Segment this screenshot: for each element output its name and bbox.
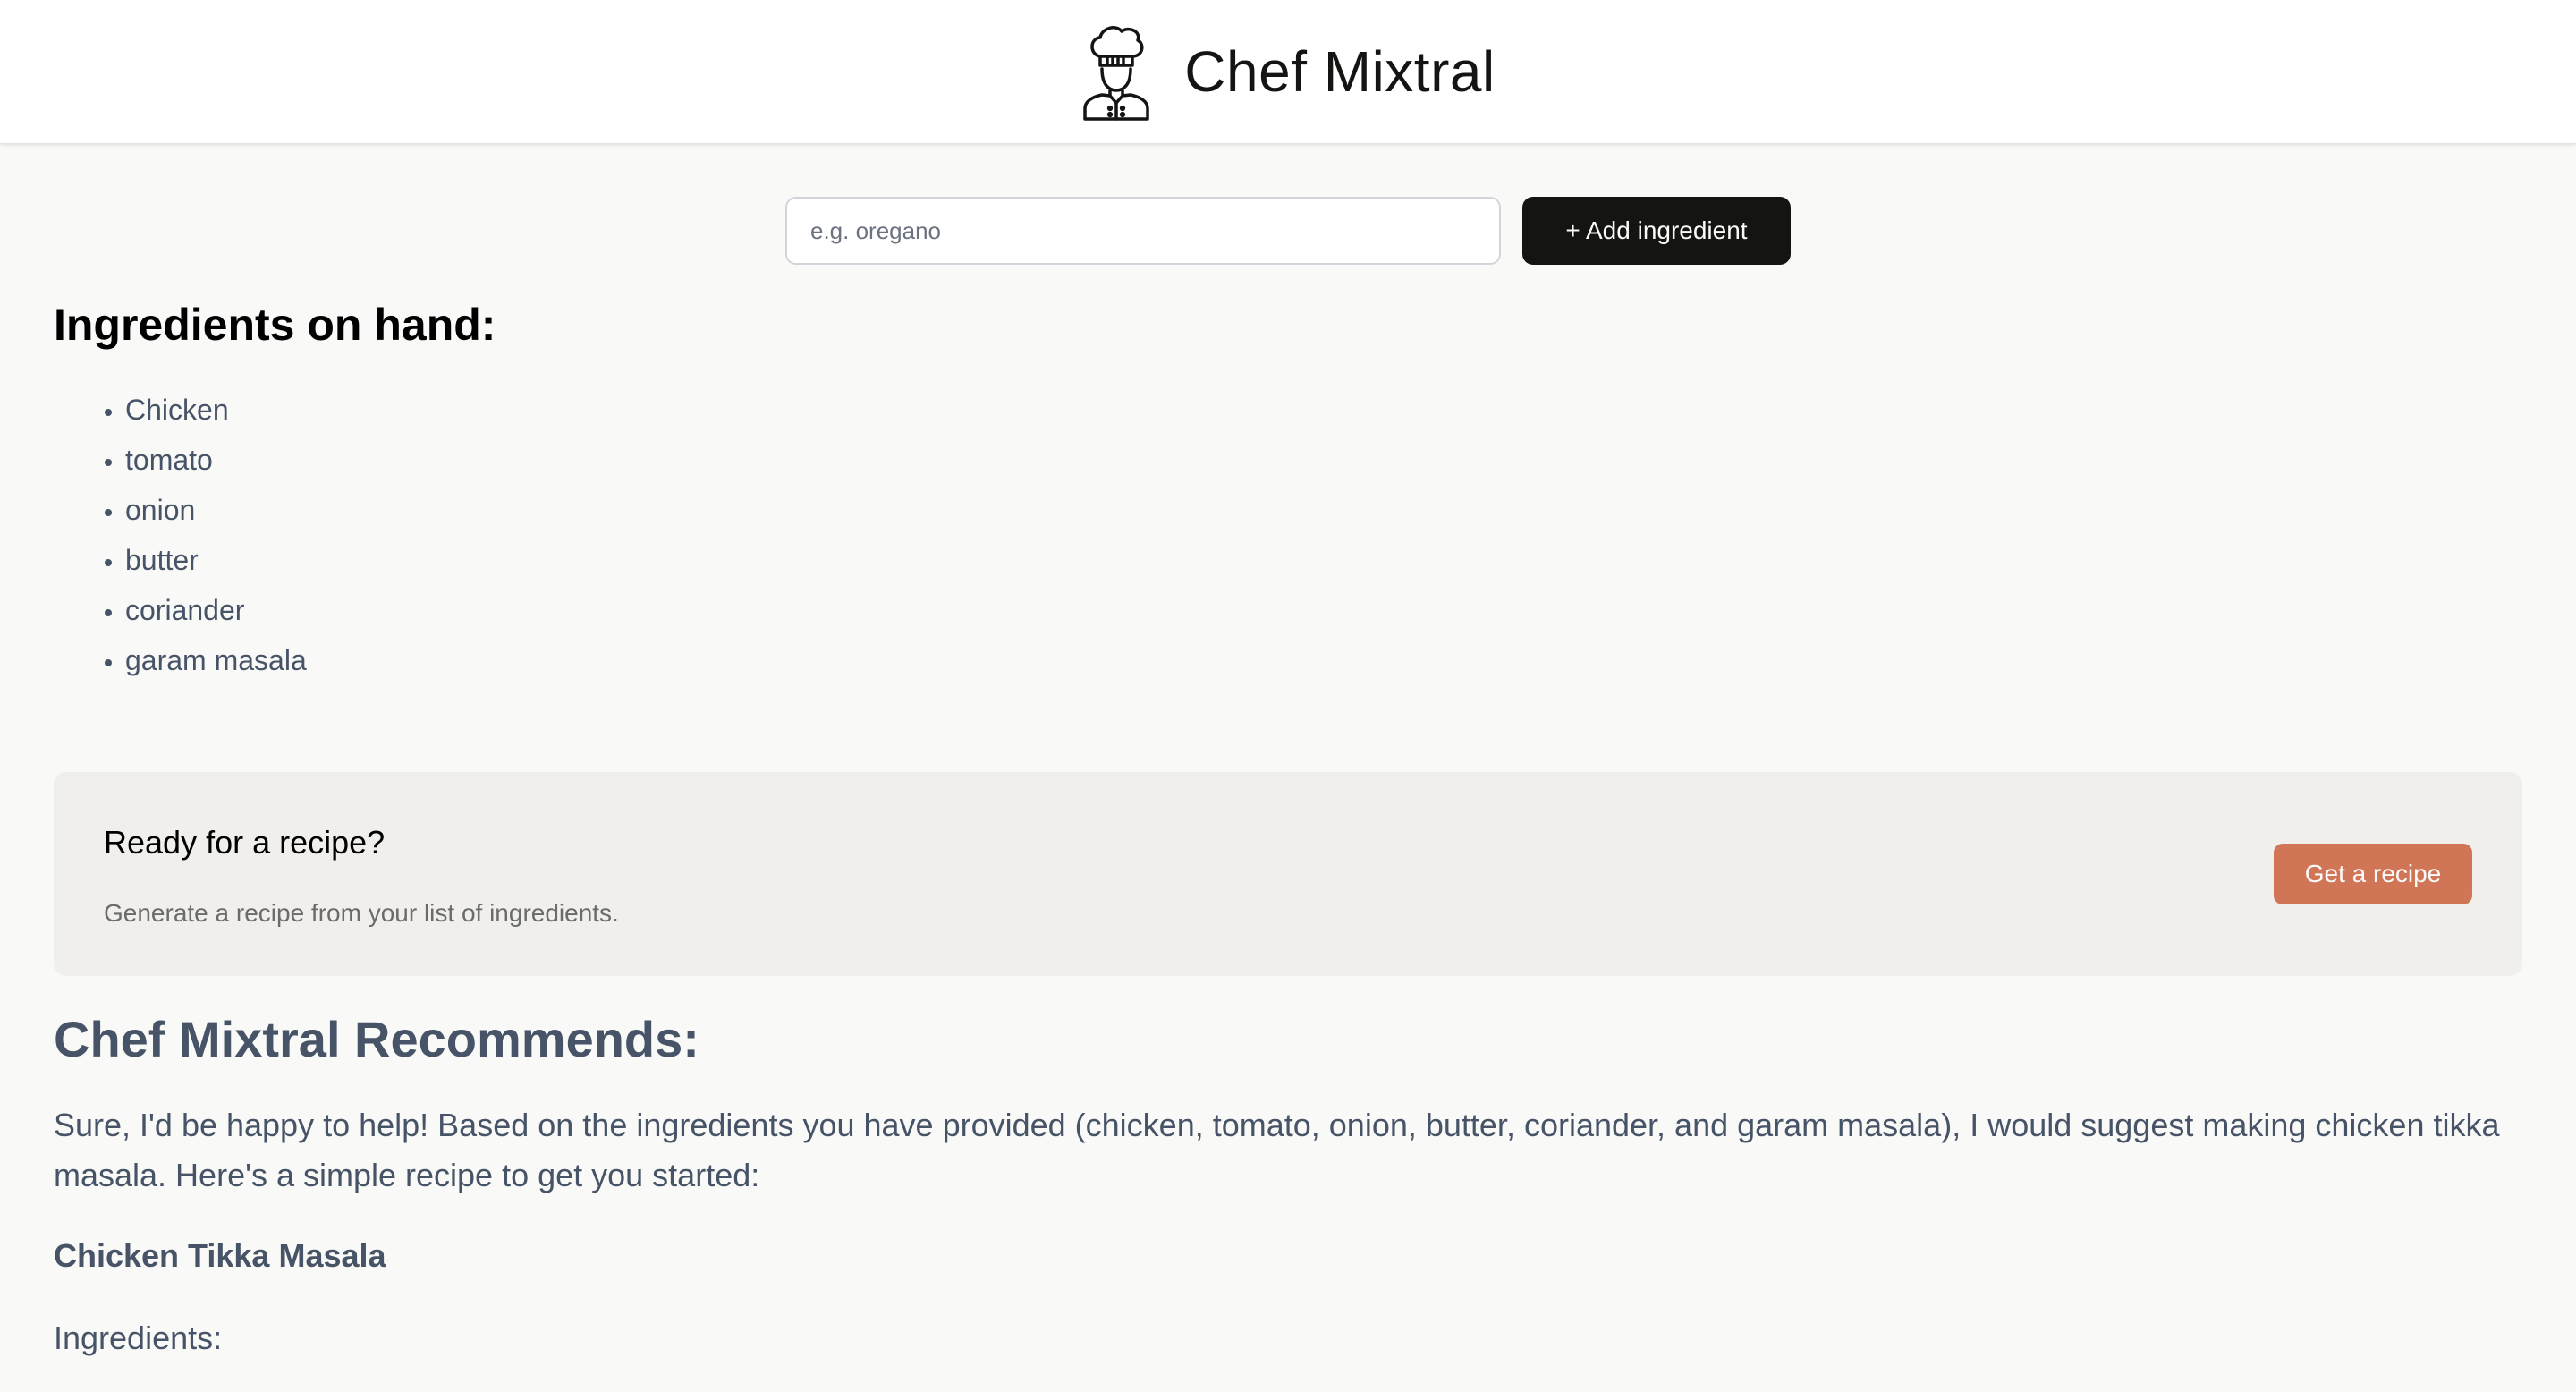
app-title: Chef Mixtral (1184, 39, 1496, 104)
ingredient-list-item: coriander (125, 585, 307, 635)
ingredient-list: Chicken tomato onion butter coriander ga… (54, 385, 307, 685)
ingredient-list-item: tomato (125, 435, 307, 485)
app-header: Chef Mixtral (0, 0, 2576, 143)
ingredient-list-item: butter (125, 535, 307, 585)
add-ingredient-form: + Add ingredient (785, 197, 1791, 265)
get-recipe-button[interactable]: Get a recipe (2274, 844, 2472, 904)
cta-title: Ready for a recipe? (104, 824, 386, 861)
ingredient-input[interactable] (785, 197, 1501, 265)
add-ingredient-button[interactable]: + Add ingredient (1522, 197, 1791, 265)
recipe-section: Chef Mixtral Recommends: Sure, I'd be ha… (54, 1006, 2522, 1363)
get-recipe-container: Ready for a recipe? Generate a recipe fr… (54, 772, 2522, 976)
ingredient-list-item: onion (125, 485, 307, 535)
recipe-name: Chicken Tikka Masala (54, 1237, 386, 1274)
recipe-heading: Chef Mixtral Recommends: (54, 1011, 699, 1067)
cta-subtitle: Generate a recipe from your list of ingr… (104, 899, 619, 927)
chef-icon (1083, 26, 1150, 121)
recipe-intro: Sure, I'd be happy to help! Based on the… (54, 1107, 2500, 1193)
recipe-ingredients-heading: Ingredients: (54, 1320, 223, 1356)
ingredient-list-item: Chicken (125, 385, 307, 435)
ingredients-heading: Ingredients on hand: (54, 300, 496, 350)
ingredient-list-item: garam masala (125, 635, 307, 685)
